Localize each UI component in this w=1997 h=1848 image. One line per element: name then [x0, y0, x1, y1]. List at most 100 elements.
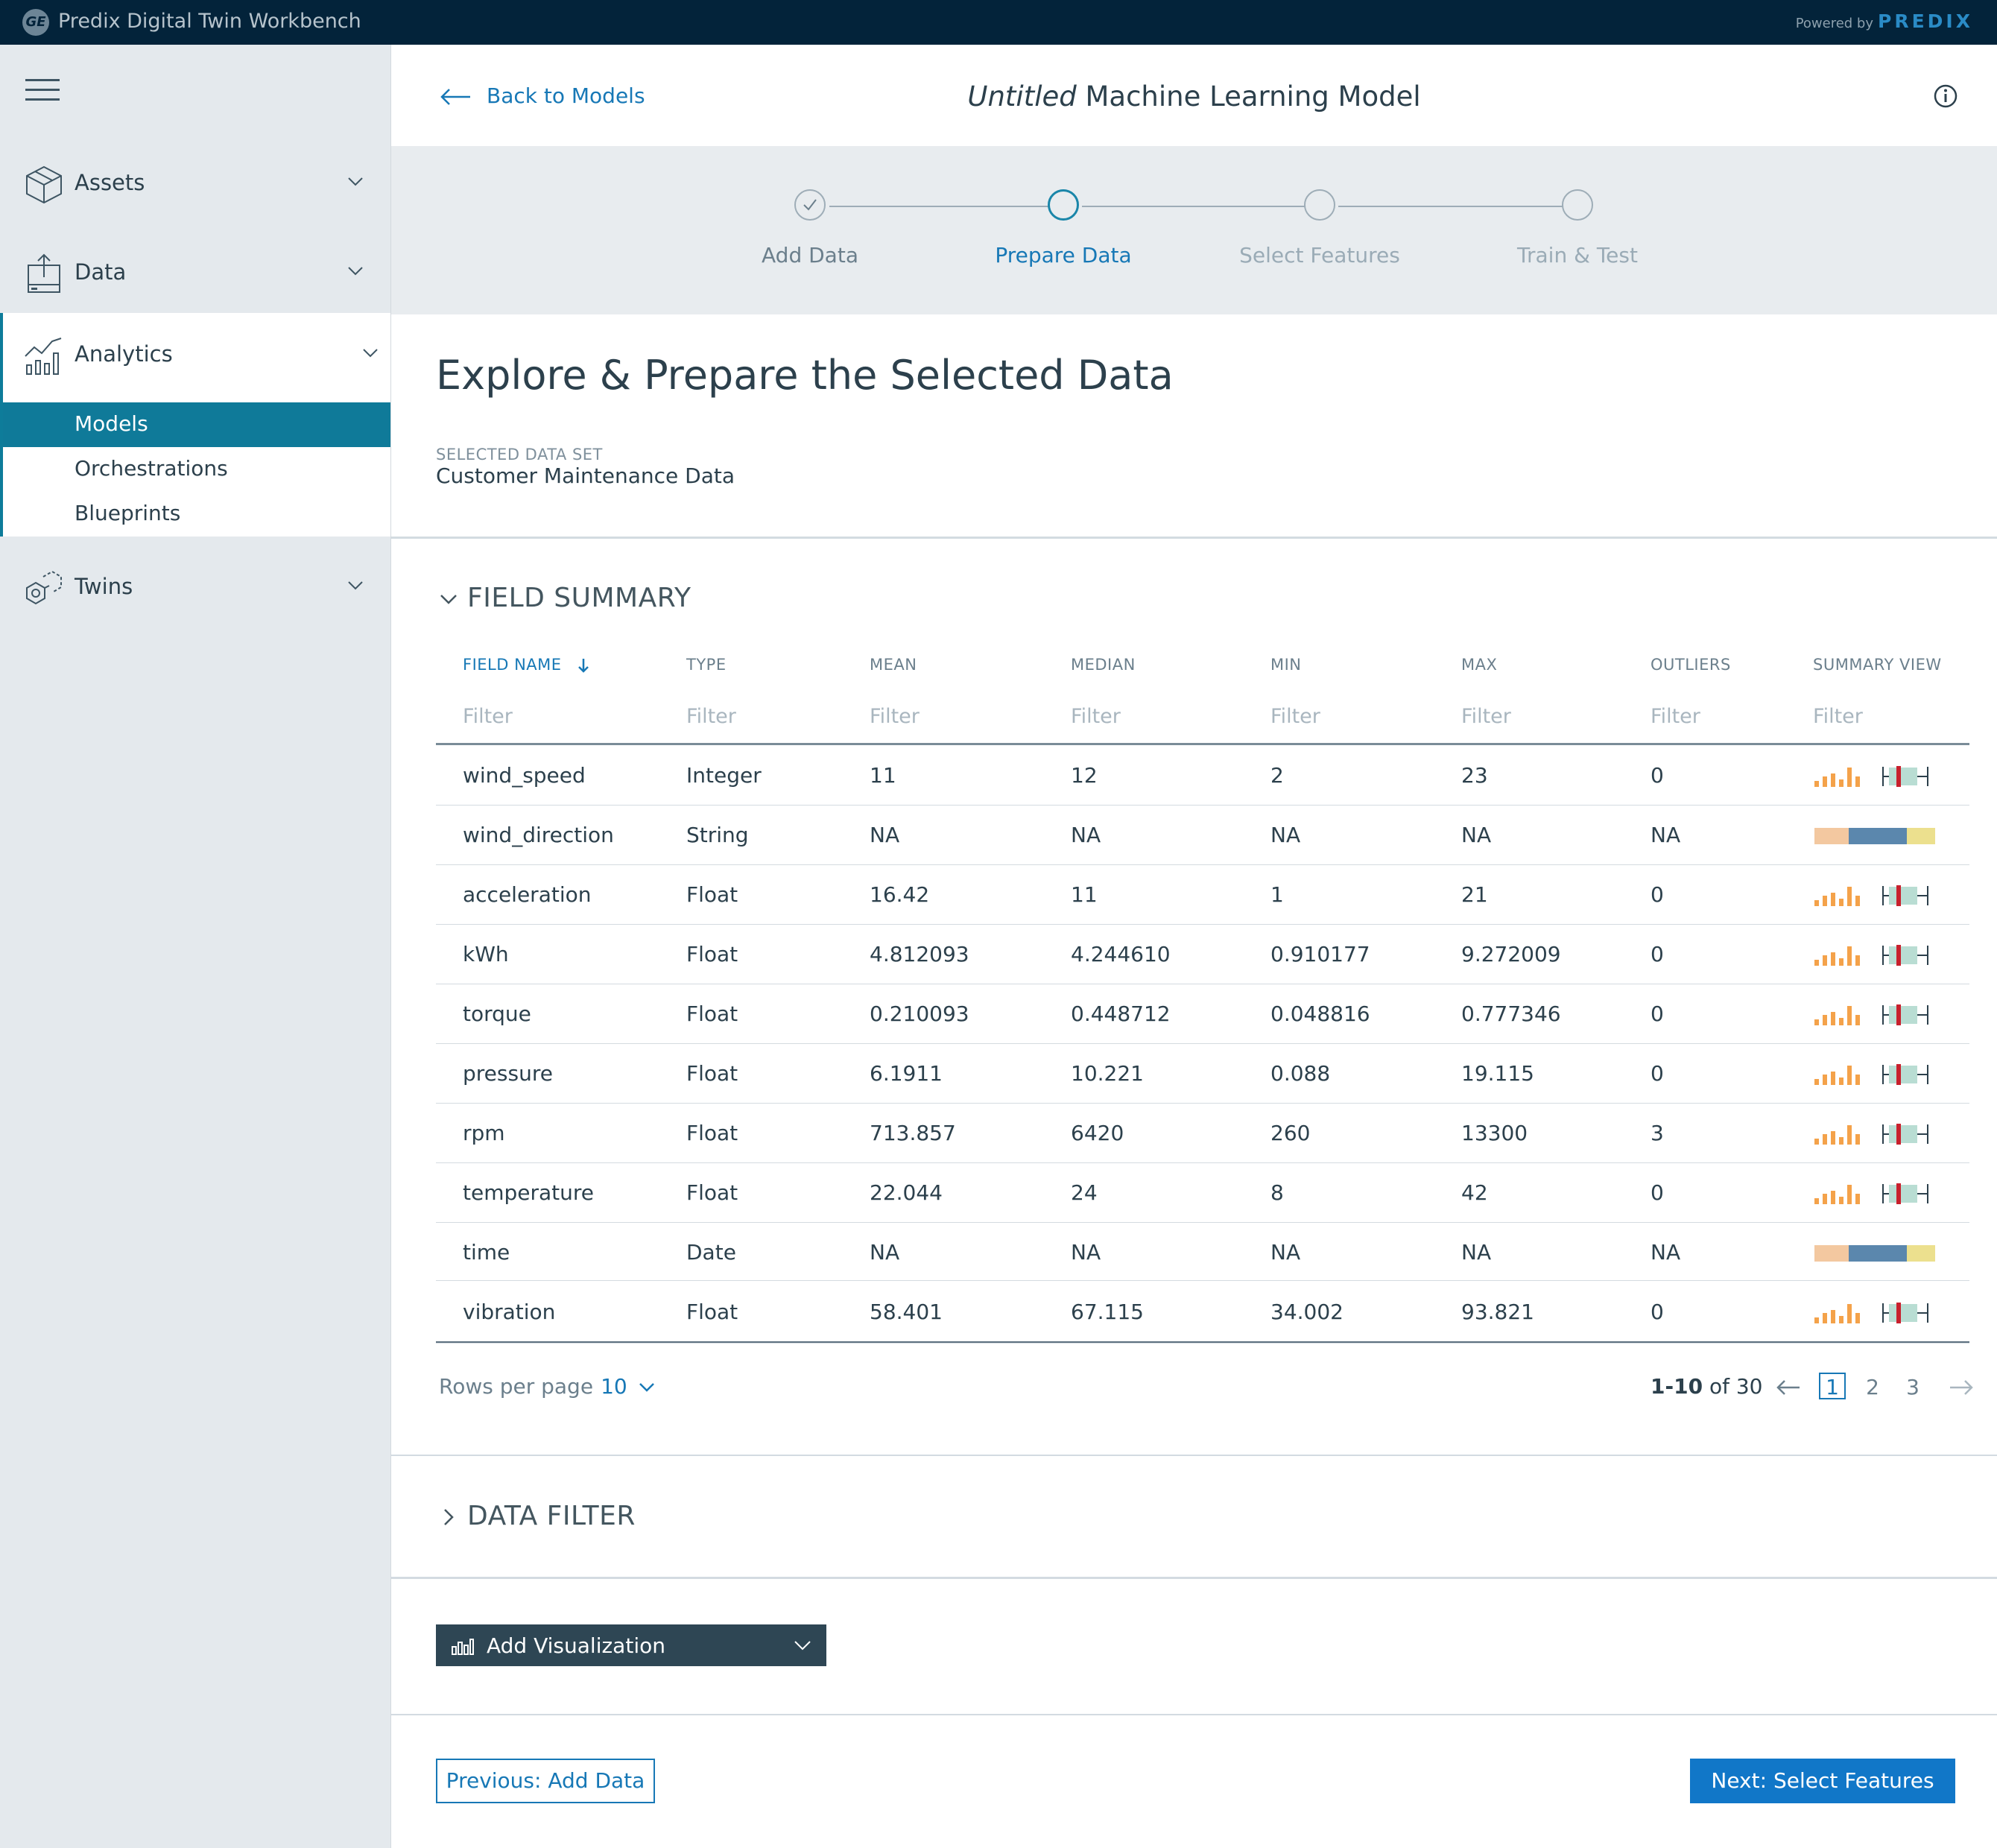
step-select-features-circle[interactable]	[1304, 189, 1335, 221]
data-filter-title: DATA FILTER	[467, 1501, 636, 1531]
hamburger-menu-icon[interactable]	[25, 79, 60, 101]
step-add-data-circle[interactable]	[794, 189, 826, 221]
cell-median: 24	[1071, 1180, 1098, 1205]
cell-median: 67.115	[1071, 1300, 1144, 1324]
cell-type: Date	[686, 1240, 736, 1265]
column-header-summary-view[interactable]: SUMMARY VIEW	[1813, 656, 1942, 674]
previous-button[interactable]: Previous: Add Data	[436, 1759, 655, 1803]
column-header-max[interactable]: MAX	[1461, 656, 1497, 674]
summary-histogram-boxplot[interactable]	[1814, 1061, 1941, 1086]
cell-field-name: rpm	[463, 1121, 505, 1145]
data-filter-toggle[interactable]: DATA FILTER	[439, 1501, 636, 1531]
table-row[interactable]: time Date NA NA NA NA NA	[436, 1222, 1969, 1281]
step-add-data-label[interactable]: Add Data	[698, 243, 922, 268]
cell-median: NA	[1071, 1240, 1101, 1265]
analytics-section: Analytics Models Orchestrations Blueprin…	[0, 313, 390, 537]
summary-histogram-boxplot[interactable]	[1814, 1121, 1941, 1146]
sidebar-item-analytics[interactable]: Analytics	[0, 313, 390, 395]
section-divider	[391, 1577, 1997, 1579]
cell-mean: NA	[870, 823, 900, 847]
page-2-button[interactable]: 2	[1859, 1374, 1886, 1401]
cell-type: Float	[686, 942, 738, 966]
summary-histogram-boxplot[interactable]	[1814, 882, 1941, 908]
next-button[interactable]: Next: Select Features	[1690, 1759, 1955, 1803]
table-row[interactable]: kWh Float 4.812093 4.244610 0.910177 9.272009…	[436, 924, 1969, 984]
app-title: Predix Digital Twin Workbench	[58, 10, 361, 33]
filter-summary-view[interactable]: Filter	[1813, 705, 1863, 728]
cell-median: 10.221	[1071, 1061, 1144, 1086]
summary-histogram-boxplot[interactable]	[1814, 1180, 1941, 1206]
step-select-features-label[interactable]: Select Features	[1208, 243, 1431, 268]
step-prepare-data-label[interactable]: Prepare Data	[952, 243, 1175, 268]
summary-histogram-boxplot[interactable]	[1814, 942, 1941, 967]
add-visualization-dropdown[interactable]: Add Visualization	[436, 1624, 826, 1666]
cell-outliers: 0	[1651, 1061, 1664, 1086]
cell-mean: 4.812093	[870, 942, 969, 966]
page-3-button[interactable]: 3	[1899, 1374, 1926, 1401]
summary-histogram-boxplot[interactable]	[1814, 1001, 1941, 1027]
summary-category-bar[interactable]	[1814, 823, 1941, 848]
cell-outliers: 0	[1651, 1300, 1664, 1324]
step-train-test-label[interactable]: Train & Test	[1466, 243, 1689, 268]
section-divider	[391, 1455, 1997, 1456]
cell-mean: 58.401	[870, 1300, 943, 1324]
cell-outliers: 0	[1651, 763, 1664, 788]
summary-histogram-boxplot[interactable]	[1814, 763, 1941, 788]
sidebar-subitem-orchestrations[interactable]: Orchestrations	[3, 447, 390, 492]
column-header-median[interactable]: MEDIAN	[1071, 656, 1136, 674]
table-row[interactable]: torque Float 0.210093 0.448712 0.048816 0.777…	[436, 984, 1969, 1044]
add-visualization-label: Add Visualization	[487, 1633, 665, 1658]
sidebar-subitem-label: Orchestrations	[75, 456, 228, 481]
filter-mean[interactable]: Filter	[870, 705, 920, 728]
summary-category-bar[interactable]	[1814, 1240, 1941, 1265]
column-header-field-name[interactable]: FIELD NAME	[463, 656, 591, 674]
cell-field-name: wind_direction	[463, 823, 614, 847]
filter-outliers[interactable]: Filter	[1651, 705, 1700, 728]
table-row[interactable]: vibration Float 58.401 67.115 34.002 93.821 0	[436, 1282, 1969, 1344]
powered-by-text: Powered by	[1795, 16, 1874, 31]
table-bottom-rule	[436, 1341, 1969, 1343]
table-row[interactable]: rpm Float 713.857 6420 260 13300 3	[436, 1103, 1969, 1163]
step-train-test-circle[interactable]	[1562, 189, 1593, 221]
sidebar-item-twins[interactable]: Twins	[0, 545, 390, 627]
cell-mean: 22.044	[870, 1180, 943, 1205]
filter-min[interactable]: Filter	[1270, 705, 1320, 728]
cell-min: 260	[1270, 1121, 1311, 1145]
cell-outliers: 0	[1651, 1001, 1664, 1026]
cell-mean: 713.857	[870, 1121, 956, 1145]
next-page-arrow-icon[interactable]	[1949, 1379, 1974, 1396]
summary-histogram-boxplot[interactable]	[1814, 1300, 1941, 1325]
rows-per-page-select[interactable]: 10	[601, 1374, 655, 1399]
sidebar: Assets Data Analytics Models Orchestrati…	[0, 45, 391, 1848]
page-1-button[interactable]: 1	[1819, 1373, 1846, 1399]
cell-outliers: 3	[1651, 1121, 1664, 1145]
info-icon[interactable]	[1933, 83, 1958, 109]
table-row[interactable]: wind_speed Integer 11 12 2 23 0	[436, 745, 1969, 806]
cell-mean: 0.210093	[870, 1001, 969, 1026]
filter-field-name[interactable]: Filter	[463, 705, 513, 728]
table-row[interactable]: temperature Float 22.044 24 8 42 0	[436, 1162, 1969, 1223]
prev-page-arrow-icon[interactable]	[1776, 1379, 1801, 1396]
step-connector	[1338, 206, 1564, 207]
sidebar-subitem-models[interactable]: Models	[3, 402, 390, 447]
column-header-mean[interactable]: MEAN	[870, 656, 917, 674]
cell-median: 4.244610	[1071, 942, 1171, 966]
column-header-type[interactable]: TYPE	[686, 656, 727, 674]
chevron-down-icon	[348, 267, 363, 276]
column-header-outliers[interactable]: OUTLIERS	[1651, 656, 1731, 674]
cell-max: 23	[1461, 763, 1488, 788]
field-summary-toggle[interactable]: FIELD SUMMARY	[439, 583, 691, 613]
model-title: Untitled Machine Learning Model	[391, 80, 1997, 113]
filter-median[interactable]: Filter	[1071, 705, 1121, 728]
table-row[interactable]: pressure Float 6.1911 10.221 0.088 19.115 0	[436, 1043, 1969, 1104]
sidebar-subitem-blueprints[interactable]: Blueprints	[3, 492, 390, 537]
sidebar-item-assets[interactable]: Assets	[0, 142, 390, 224]
sidebar-item-data[interactable]: Data	[0, 231, 390, 313]
table-row[interactable]: acceleration Float 16.42 11 1 21 0	[436, 864, 1969, 925]
step-prepare-data-circle[interactable]	[1048, 189, 1079, 221]
filter-max[interactable]: Filter	[1461, 705, 1511, 728]
cell-mean: 11	[870, 763, 896, 788]
filter-type[interactable]: Filter	[686, 705, 736, 728]
table-row[interactable]: wind_direction String NA NA NA NA NA	[436, 805, 1969, 865]
column-header-min[interactable]: MIN	[1270, 656, 1302, 674]
